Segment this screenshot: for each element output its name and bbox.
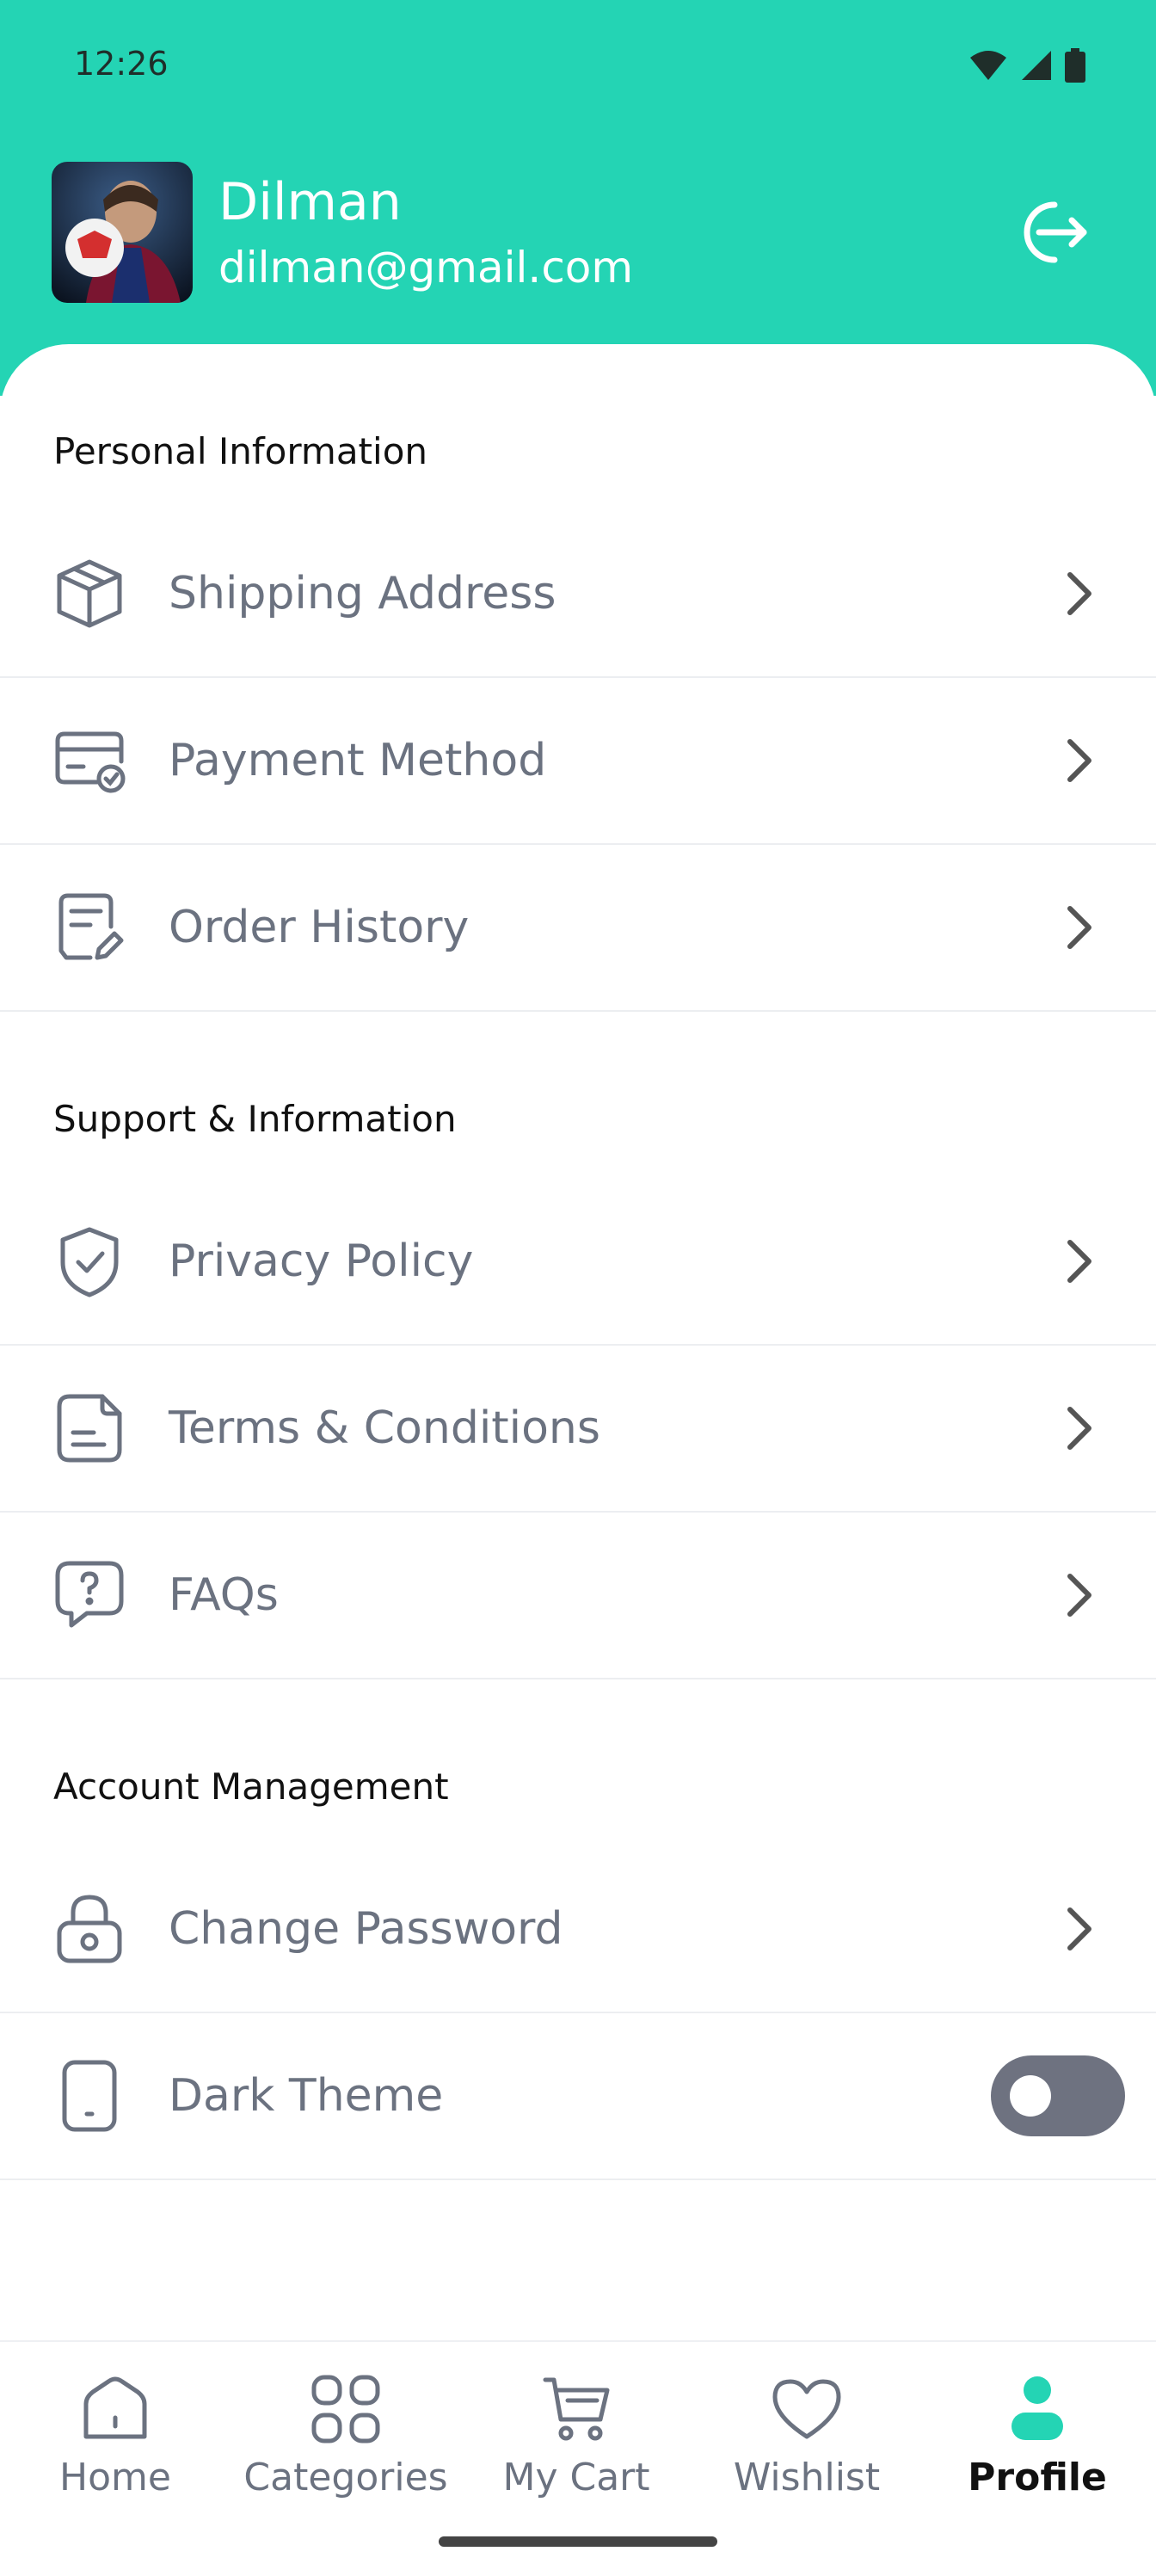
item-label: Terms & Conditions [169, 1402, 600, 1454]
nav-label: Home [59, 2456, 171, 2499]
chevron-right-icon [1058, 735, 1101, 786]
lock-icon [52, 1891, 127, 1967]
chevron-right-icon [1058, 1569, 1101, 1621]
dark-theme-item: Dark Theme [0, 2013, 1156, 2180]
package-icon [52, 556, 127, 632]
privacy-policy-item[interactable]: Privacy Policy [0, 1179, 1156, 1346]
nav-home[interactable]: Home [0, 2368, 231, 2523]
nav-categories[interactable]: Categories [231, 2368, 461, 2523]
payment-method-item[interactable]: Payment Method [0, 678, 1156, 845]
home-icon [81, 2368, 150, 2450]
toggle-knob [1010, 2075, 1051, 2117]
profile-header: 12:26 Dilman dilman@gmail.com [0, 0, 1156, 396]
nav-label: Profile [968, 2456, 1107, 2499]
chevron-right-icon [1058, 1903, 1101, 1955]
wifi-icon [970, 51, 1006, 80]
document-icon [52, 1390, 127, 1466]
settings-sheet: Personal Information Shipping Address Pa… [0, 344, 1156, 2340]
terms-conditions-item[interactable]: Terms & Conditions [0, 1346, 1156, 1513]
section-title-account: Account Management [53, 1766, 449, 1808]
item-label: Payment Method [169, 735, 547, 786]
nav-label: My Cart [502, 2456, 650, 2499]
shipping-address-item[interactable]: Shipping Address [0, 511, 1156, 678]
grid-icon [311, 2368, 381, 2450]
person-icon [1010, 2368, 1065, 2450]
question-bubble-icon [52, 1557, 127, 1633]
status-icons [968, 48, 1085, 83]
item-label: FAQs [169, 1569, 279, 1621]
item-label: Order History [169, 902, 470, 953]
change-password-item[interactable]: Change Password [0, 1846, 1156, 2013]
dark-theme-toggle[interactable] [991, 2055, 1125, 2136]
chevron-right-icon [1058, 1236, 1101, 1287]
item-label: Change Password [169, 1903, 563, 1955]
item-label: Shipping Address [169, 568, 556, 619]
faqs-item[interactable]: FAQs [0, 1513, 1156, 1679]
status-time: 12:26 [74, 45, 169, 83]
signal-icon [1022, 51, 1051, 80]
section-title-personal: Personal Information [53, 430, 428, 472]
item-label: Dark Theme [169, 2070, 444, 2122]
chevron-right-icon [1058, 1402, 1101, 1454]
cart-icon [542, 2368, 611, 2450]
nav-wishlist[interactable]: Wishlist [692, 2368, 922, 2523]
home-indicator[interactable] [439, 2536, 717, 2547]
logout-icon [1024, 201, 1087, 263]
user-email: dilman@gmail.com [218, 243, 634, 293]
phone-icon [52, 2058, 127, 2134]
nav-label: Wishlist [733, 2456, 881, 2499]
logout-button[interactable] [1008, 191, 1091, 274]
user-name: Dilman [218, 172, 402, 232]
card-check-icon [52, 723, 127, 798]
shield-check-icon [52, 1223, 127, 1299]
avatar[interactable] [52, 162, 193, 303]
battery-icon [1065, 48, 1085, 83]
section-title-support: Support & Information [53, 1098, 457, 1140]
order-history-item[interactable]: Order History [0, 845, 1156, 1012]
nav-label: Categories [243, 2456, 448, 2499]
nav-profile[interactable]: Profile [922, 2368, 1153, 2523]
nav-my-cart[interactable]: My Cart [461, 2368, 692, 2523]
chevron-right-icon [1058, 568, 1101, 619]
receipt-edit-icon [52, 890, 127, 965]
chevron-right-icon [1058, 902, 1101, 953]
item-label: Privacy Policy [169, 1236, 474, 1287]
heart-icon [772, 2368, 842, 2450]
